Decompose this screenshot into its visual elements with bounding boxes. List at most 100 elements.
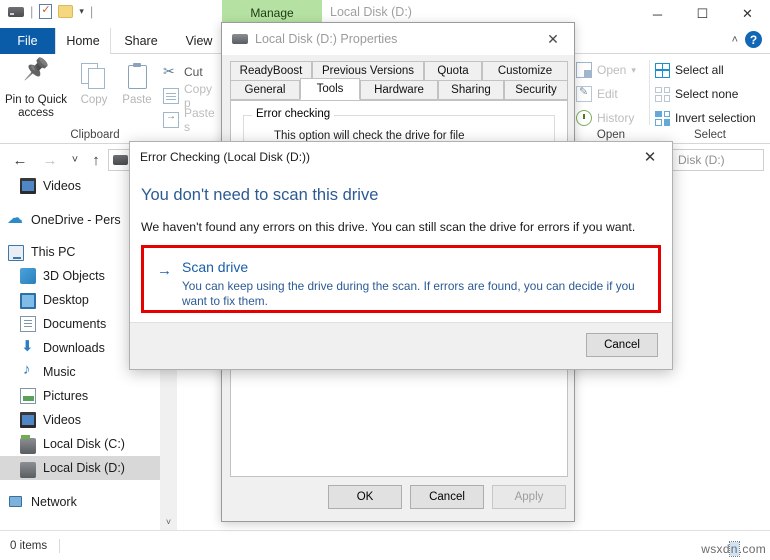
sidebar-item-label: Documents — [43, 317, 107, 331]
error-checking-close-button[interactable]: ✕ — [628, 142, 672, 172]
history-button[interactable]: History — [576, 108, 634, 128]
sidebar-item-local-disk-d[interactable]: Local Disk (D:) — [0, 456, 160, 480]
cut-icon — [163, 63, 179, 80]
maximize-button[interactable]: ☐ — [680, 0, 725, 28]
ok-button[interactable]: OK — [328, 485, 402, 509]
quick-access-toolbar: | ▾ | — [8, 3, 94, 19]
chevron-down-icon[interactable]: ▾ — [79, 6, 84, 17]
pin-label-line1: Pin to Quick — [5, 94, 67, 106]
cut-button[interactable]: Cut — [163, 62, 203, 82]
select-none-icon — [655, 86, 670, 102]
tab-view[interactable]: View — [171, 28, 227, 54]
select-none-label: Select none — [675, 87, 739, 101]
help-icon[interactable]: ? — [745, 31, 762, 48]
close-button[interactable]: ✕ — [725, 0, 770, 28]
sidebar-item-pictures[interactable]: Pictures — [0, 384, 160, 408]
open-button[interactable]: Open ▾ — [576, 60, 636, 80]
select-none-button[interactable]: Select none — [655, 84, 738, 104]
watermark: wsxdn.com — [701, 541, 766, 557]
new-folder-icon[interactable] — [58, 5, 74, 18]
sidebar-item-label: This PC — [31, 245, 76, 259]
watermark-selected: n — [728, 541, 740, 557]
search-input[interactable]: Disk (D:) — [672, 149, 764, 171]
qat-divider: | — [30, 4, 34, 19]
sidebar-item-label: Music — [43, 365, 76, 379]
copy-icon — [81, 63, 107, 91]
tab-share[interactable]: Share — [111, 28, 171, 54]
scroll-down-icon[interactable]: ˅ — [160, 513, 177, 530]
copy-path-button[interactable]: Copy p — [163, 82, 218, 110]
sidebar-item-label: Desktop — [43, 293, 89, 307]
videos-icon — [20, 412, 36, 428]
back-button[interactable]: ← — [10, 150, 30, 170]
error-checking-cancel-button[interactable]: Cancel — [586, 333, 658, 357]
tab-sharing[interactable]: Sharing — [438, 80, 504, 100]
tab-file[interactable]: File — [0, 28, 55, 54]
documents-icon — [20, 316, 36, 332]
select-all-label: Select all — [675, 63, 724, 77]
invert-selection-button[interactable]: Invert selection — [655, 108, 756, 128]
scan-drive-action[interactable]: → Scan drive You can keep using the driv… — [141, 245, 661, 313]
copy-button[interactable]: Copy — [70, 60, 118, 107]
qat-divider-2: | — [89, 4, 94, 19]
forward-button[interactable]: → — [40, 150, 60, 170]
this-pc-icon — [8, 244, 24, 261]
scan-drive-title[interactable]: Scan drive — [182, 259, 248, 275]
downloads-icon — [20, 337, 36, 356]
drive-icon[interactable] — [8, 6, 24, 17]
tab-quota[interactable]: Quota — [424, 61, 482, 81]
sidebar-item-label: Local Disk (C:) — [43, 437, 125, 451]
error-checking-footer: Cancel — [130, 322, 672, 369]
properties-footer: OK Cancel Apply — [230, 485, 566, 511]
window-title: Local Disk (D:) — [330, 5, 412, 19]
paste-button[interactable]: Paste — [113, 60, 161, 107]
copy-path-icon — [163, 88, 179, 104]
cancel-button[interactable]: Cancel — [410, 485, 484, 509]
edit-button[interactable]: Edit — [576, 84, 618, 104]
up-button[interactable]: ↑ — [86, 150, 106, 170]
sidebar-item-network[interactable]: Network — [0, 490, 160, 514]
local-disk-c-icon — [20, 434, 36, 454]
cut-label: Cut — [184, 65, 203, 79]
ribbon-group-clipboard: Pin to Quick access Copy Paste Cut Copy … — [0, 54, 218, 143]
clipboard-group-label: Clipboard — [70, 129, 120, 141]
error-checking-heading: You don't need to scan this drive — [141, 186, 379, 204]
watermark-prefix: wsxd — [701, 542, 730, 556]
properties-icon[interactable] — [39, 3, 53, 19]
pin-to-quick-access-button[interactable]: Pin to Quick access — [5, 60, 67, 120]
history-icon — [576, 110, 592, 126]
tab-home[interactable]: Home — [55, 28, 111, 54]
tab-hardware[interactable]: Hardware — [360, 80, 438, 100]
select-all-icon — [655, 62, 670, 78]
open-icon — [576, 62, 592, 78]
properties-title-bar: Local Disk (D:) Properties ✕ — [222, 23, 574, 55]
open-label: Open — [597, 63, 627, 77]
pictures-icon — [20, 388, 36, 404]
tab-general[interactable]: General — [230, 80, 300, 100]
collapse-ribbon-icon[interactable]: ˄ — [732, 34, 738, 46]
error-checking-legend: Error checking — [252, 108, 335, 120]
videos-icon — [20, 178, 36, 194]
sidebar-item-videos[interactable]: Videos — [0, 408, 160, 432]
properties-close-button[interactable]: ✕ — [532, 23, 574, 55]
paste-shortcut-button[interactable]: Paste s — [163, 106, 218, 134]
properties-tab-strip: ReadyBoost Previous Versions Quota Custo… — [230, 61, 568, 101]
sidebar-item-label: Videos — [43, 413, 81, 427]
ribbon-group-select: Select all Select none Invert selection … — [650, 54, 770, 143]
sidebar-item-label: OneDrive - Pers — [31, 213, 121, 227]
open-group-label: Open — [596, 129, 626, 141]
minimize-button[interactable]: ─ — [635, 0, 680, 28]
open-caret-icon[interactable]: ▾ — [631, 65, 636, 76]
select-all-button[interactable]: Select all — [655, 60, 724, 80]
tab-tools[interactable]: Tools — [300, 78, 360, 100]
error-checking-subtext: We haven't found any errors on this driv… — [141, 220, 636, 234]
drive-icon — [232, 34, 248, 44]
tab-customize[interactable]: Customize — [482, 61, 568, 81]
sidebar-item-local-disk-c[interactable]: Local Disk (C:) — [0, 432, 160, 456]
copy-label: Copy — [80, 94, 108, 106]
apply-button[interactable]: Apply — [492, 485, 566, 509]
tab-security[interactable]: Security — [504, 80, 568, 100]
sidebar-item-label: Network — [31, 495, 77, 509]
sidebar-item-label: Downloads — [43, 341, 105, 355]
recent-locations-icon[interactable]: ˅ — [65, 150, 85, 170]
